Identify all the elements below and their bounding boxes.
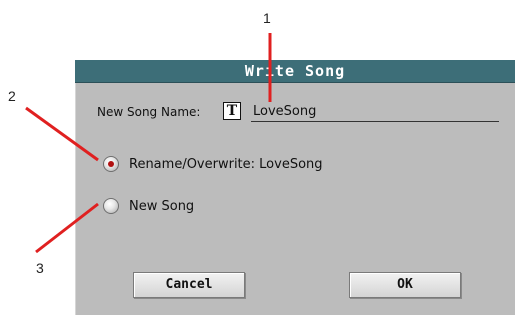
song-name-label: New Song Name:: [97, 105, 201, 119]
ok-button[interactable]: OK: [349, 272, 461, 298]
callout-2: 2: [8, 88, 16, 104]
rename-overwrite-label[interactable]: Rename/Overwrite: LoveSong: [129, 157, 323, 172]
new-song-label[interactable]: New Song: [129, 199, 194, 214]
rename-overwrite-radio[interactable]: [103, 156, 119, 172]
text-edit-icon[interactable]: T: [223, 102, 241, 120]
cancel-button[interactable]: Cancel: [133, 272, 245, 298]
song-name-underline: [251, 121, 499, 122]
dialog-title: Write Song: [244, 62, 346, 80]
write-song-dialog: Write Song New Song Name: T LoveSong Ren…: [75, 60, 515, 315]
dialog-title-bar: Write Song: [75, 60, 515, 83]
radio-selected-dot: [108, 161, 114, 167]
callout-3: 3: [36, 260, 44, 276]
callout-1: 1: [263, 10, 271, 26]
song-name-field[interactable]: LoveSong: [253, 104, 316, 119]
new-song-radio[interactable]: [103, 198, 119, 214]
